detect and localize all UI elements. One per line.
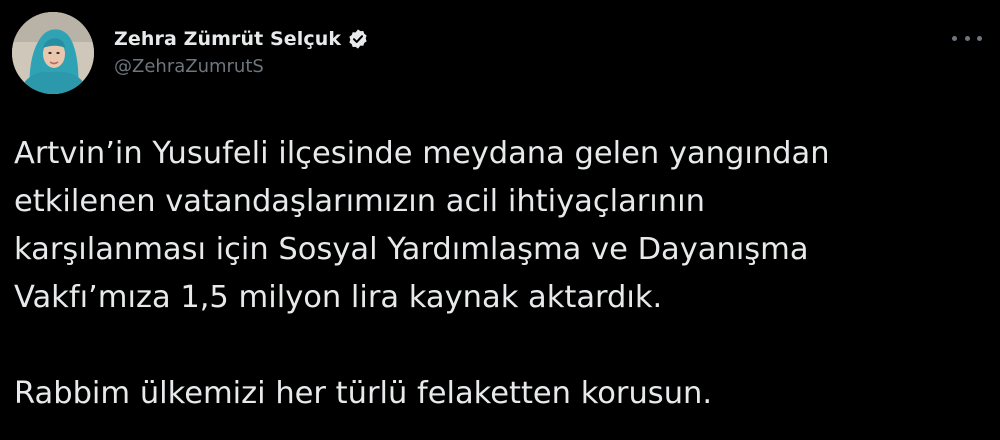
tweet-text: Artvin’in Yusufeli ilçesinde meydana gel… — [14, 130, 984, 418]
tweet-line: karşılanması için Sosyal Yardımlaşma ve … — [14, 232, 809, 267]
more-dot — [977, 35, 982, 41]
more-options-icon[interactable] — [952, 28, 982, 48]
more-dot — [952, 35, 957, 41]
avatar[interactable] — [12, 12, 94, 94]
tweet-line: Artvin’in Yusufeli ilçesinde meydana gel… — [14, 136, 830, 171]
tweet-card: Zehra Zümrüt Selçuk @ZehraZumrutS Artvin… — [0, 0, 1000, 440]
tweet-line: Vakfı’mıza 1,5 milyon lira kaynak aktard… — [14, 280, 663, 315]
more-dot — [964, 35, 970, 41]
author-block: Zehra Zümrüt Selçuk @ZehraZumrutS — [114, 26, 369, 77]
verified-badge-icon — [347, 28, 369, 50]
tweet-closing-line: Rabbim ülkemizi her türlü felaketten kor… — [14, 376, 713, 411]
user-handle[interactable]: @ZehraZumrutS — [114, 56, 369, 77]
display-name[interactable]: Zehra Zümrüt Selçuk — [114, 28, 341, 50]
profile-photo-icon — [12, 12, 94, 94]
tweet-line: etkilenen vatandaşlarımızın acil ihtiyaç… — [14, 184, 705, 219]
author-name-row: Zehra Zümrüt Selçuk — [114, 26, 369, 52]
